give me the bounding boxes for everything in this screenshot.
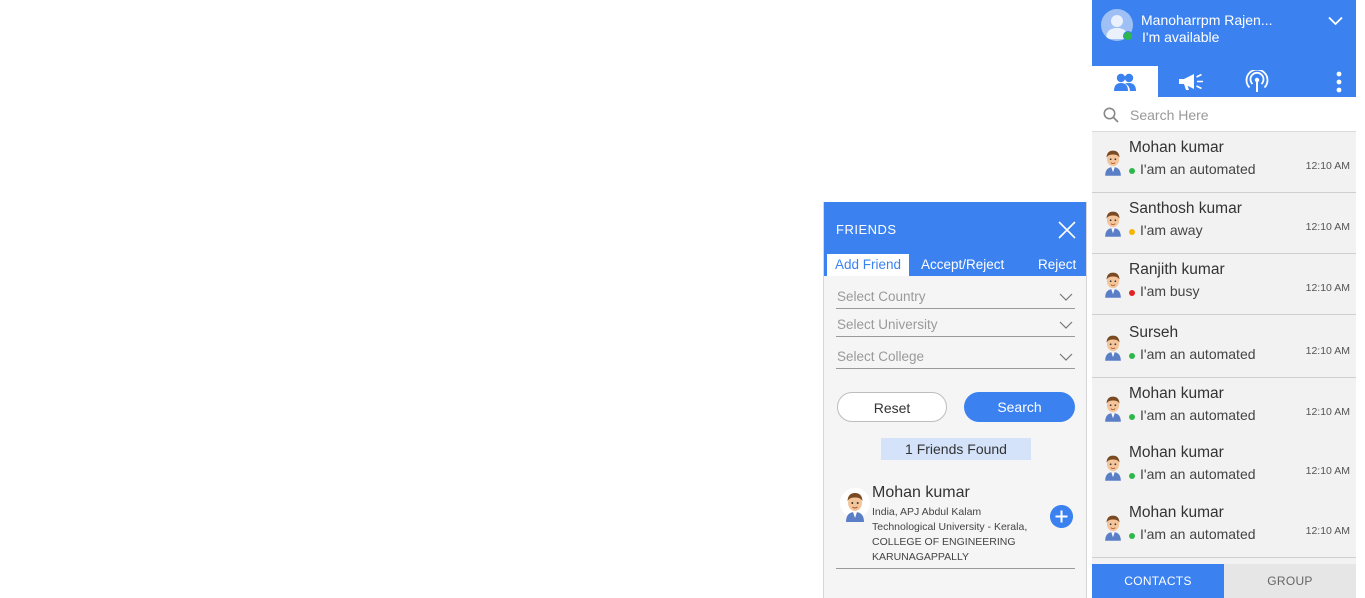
friends-found-badge: 1 Friends Found <box>881 438 1031 460</box>
chevron-down-icon <box>1059 293 1073 301</box>
megaphone-icon <box>1179 73 1203 90</box>
contact-item[interactable]: Mohan kumar I'am an automated 12:10 AM <box>1092 378 1356 439</box>
friends-title: FRIENDS <box>836 222 897 237</box>
status-dot-icon <box>1129 533 1135 539</box>
contact-name: Surseh <box>1129 324 1179 341</box>
chat-sidebar: Manoharrpm Rajen... I'm available Search… <box>1092 0 1356 598</box>
college-select-placeholder: Select College <box>837 349 925 364</box>
contact-status: I'am an automated <box>1140 346 1256 362</box>
friend-result-name: Mohan kumar <box>872 484 970 501</box>
contact-time: 12:10 AM <box>1305 345 1350 357</box>
country-select-placeholder: Select Country <box>837 289 926 304</box>
tab-announcements[interactable] <box>1158 66 1224 97</box>
university-select-placeholder: Select University <box>837 317 938 332</box>
friends-tabs: Add Friend Accept/Reject Reject <box>824 254 1086 276</box>
tab-accept-reject[interactable]: Accept/Reject <box>921 254 1004 276</box>
chevron-down-icon <box>1059 353 1073 361</box>
friend-result-details: India, APJ Abdul Kalam Technological Uni… <box>872 506 1028 563</box>
reset-button[interactable]: Reset <box>837 392 947 422</box>
contact-item[interactable]: Mohan kumar I'am an automated 12:10 AM <box>1092 437 1356 498</box>
avatar <box>1100 145 1126 182</box>
more-vertical-icon[interactable] <box>1336 71 1342 93</box>
contact-name: Mohan kumar <box>1129 385 1224 402</box>
user-name: Manoharrpm Rajen... <box>1141 12 1273 28</box>
add-friend-icon[interactable] <box>1050 505 1073 528</box>
contact-time: 12:10 AM <box>1305 160 1350 172</box>
contact-status: I'am an automated <box>1140 161 1256 177</box>
contact-item[interactable]: Surseh I'am an automated 12:10 AM <box>1092 317 1356 378</box>
status-dot-icon <box>1129 414 1135 420</box>
sidebar-header: Manoharrpm Rajen... I'm available <box>1092 0 1356 66</box>
friends-panel: FRIENDS Add Friend Accept/Reject Reject … <box>823 202 1087 598</box>
status-dot-icon <box>1129 473 1135 479</box>
avatar <box>1100 450 1126 487</box>
search-input[interactable] <box>1128 102 1342 128</box>
avatar <box>1100 267 1126 304</box>
close-icon[interactable] <box>1058 221 1076 239</box>
sidebar-footer: CONTACTS GROUP <box>1092 564 1356 598</box>
search-icon <box>1103 107 1119 123</box>
contact-name: Santhosh kumar <box>1129 200 1242 217</box>
contact-name: Ranjith kumar <box>1129 261 1225 278</box>
contact-item[interactable]: Mohan kumar I'am an automated 12:10 AM <box>1092 497 1356 558</box>
contact-time: 12:10 AM <box>1305 406 1350 418</box>
avatar <box>1100 510 1126 547</box>
contact-status: I'am away <box>1140 222 1203 238</box>
contact-status: I'am busy <box>1140 283 1200 299</box>
user-status: I'm available <box>1142 29 1220 45</box>
contact-name: Mohan kumar <box>1129 504 1224 521</box>
country-select[interactable]: Select Country <box>836 283 1075 309</box>
contact-time: 12:10 AM <box>1305 221 1350 233</box>
status-dot-icon <box>1129 229 1135 235</box>
status-dot-icon <box>1129 353 1135 359</box>
contacts-icon <box>1114 73 1136 91</box>
contact-status: I'am an automated <box>1140 466 1256 482</box>
university-select[interactable]: Select University <box>836 311 1075 337</box>
status-dot-icon <box>1129 290 1135 296</box>
chevron-down-icon[interactable] <box>1328 16 1343 26</box>
online-status-icon <box>1123 31 1133 41</box>
contact-item[interactable]: Ranjith kumar I'am busy 12:10 AM <box>1092 254 1356 315</box>
avatar <box>1100 391 1126 428</box>
tab-broadcast[interactable] <box>1224 66 1290 97</box>
status-dot-icon <box>1129 168 1135 174</box>
avatar <box>840 488 870 522</box>
friend-result-item: Mohan kumar India, APJ Abdul Kalam Techn… <box>836 482 1075 569</box>
avatar <box>1100 206 1126 243</box>
contact-item[interactable]: Santhosh kumar I'am away 12:10 AM <box>1092 193 1356 254</box>
sidebar-search <box>1092 97 1356 132</box>
footer-tab-contacts[interactable]: CONTACTS <box>1092 564 1224 598</box>
broadcast-icon <box>1245 69 1269 92</box>
footer-tab-group[interactable]: GROUP <box>1224 564 1356 598</box>
sidebar-tabs <box>1092 66 1356 97</box>
avatar <box>1100 330 1126 367</box>
contact-status: I'am an automated <box>1140 407 1256 423</box>
contact-name: Mohan kumar <box>1129 139 1224 156</box>
chevron-down-icon <box>1059 321 1073 329</box>
tab-contacts[interactable] <box>1092 66 1158 97</box>
tab-add-friend[interactable]: Add Friend <box>827 254 910 276</box>
college-select[interactable]: Select College <box>836 343 1075 369</box>
search-button[interactable]: Search <box>964 392 1075 422</box>
contact-time: 12:10 AM <box>1305 465 1350 477</box>
contact-status: I'am an automated <box>1140 526 1256 542</box>
tab-reject[interactable]: Reject <box>1038 254 1076 276</box>
friends-header: FRIENDS <box>824 202 1086 254</box>
contact-item[interactable]: Mohan kumar I'am an automated 12:10 AM <box>1092 132 1356 193</box>
contact-time: 12:10 AM <box>1305 525 1350 537</box>
contact-time: 12:10 AM <box>1305 282 1350 294</box>
contact-name: Mohan kumar <box>1129 444 1224 461</box>
